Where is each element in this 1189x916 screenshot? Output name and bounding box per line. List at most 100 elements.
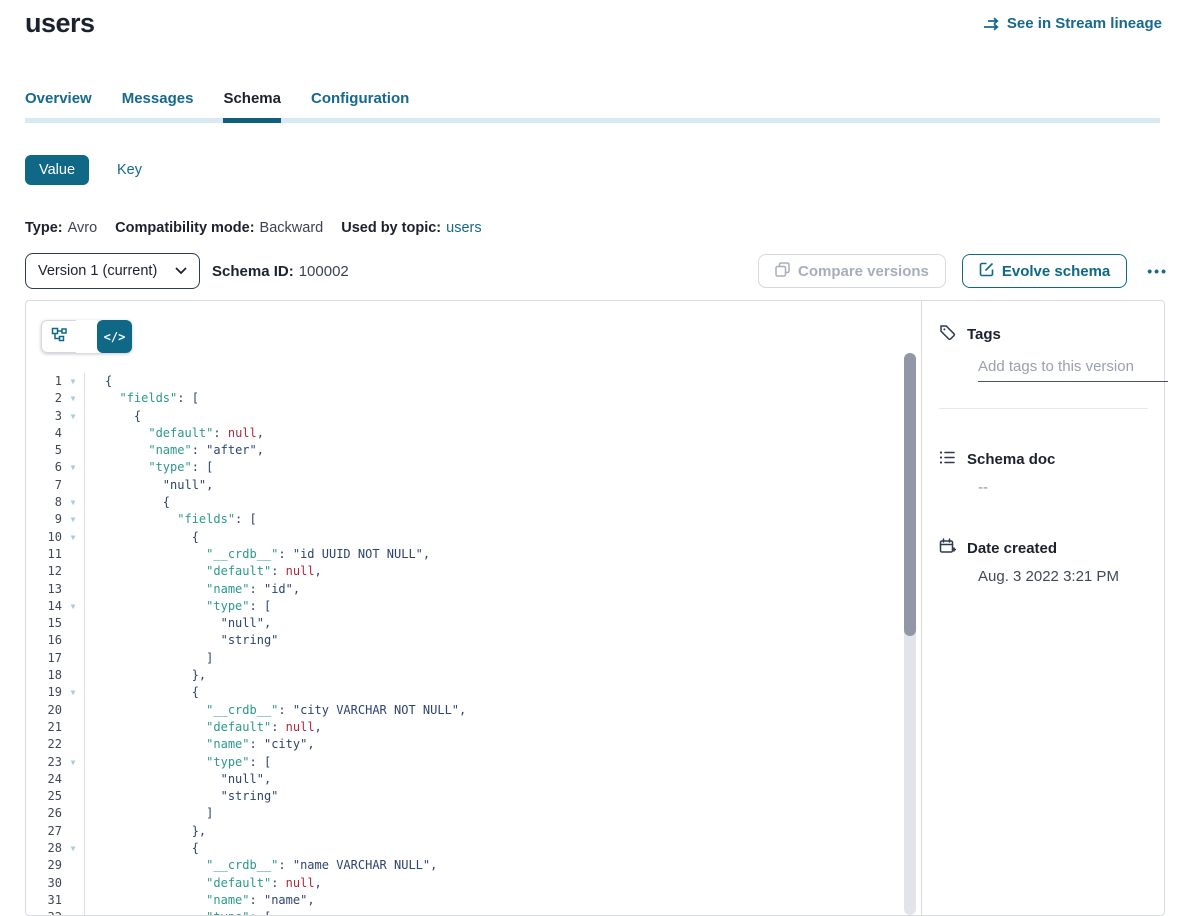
meta-type: Type: Avro [25,220,97,236]
stream-lineage-icon [983,17,1000,31]
code-view-button[interactable]: </> [97,320,132,353]
code-text: "fields": [ [105,511,257,528]
code-text: { [105,408,141,425]
code-text: "__crdb__": "city VARCHAR NOT NULL", [105,702,466,719]
fold-arrow-icon[interactable]: ▼ [62,529,84,546]
line-number: 16 [26,632,62,649]
fold-spacer [62,563,84,580]
schema-meta-row: Type: Avro Compatibility mode: Backward … [25,220,482,236]
line-number: 17 [26,650,62,667]
code-line: 28▼ { [26,840,921,857]
code-text: { [105,529,199,546]
code-text: "type": [ [105,459,213,476]
code-text: "null", [105,771,271,788]
fold-arrow-icon[interactable]: ▼ [62,390,84,407]
line-number: 29 [26,857,62,874]
compare-versions-button[interactable]: Compare versions [758,254,946,288]
code-text: }, [105,823,206,840]
editor-scrollbar-track[interactable] [904,353,916,915]
fold-spacer [62,667,84,684]
more-options-button[interactable]: ••• [1143,264,1172,278]
tree-view-button[interactable] [41,320,76,353]
schema-id: Schema ID: 100002 [212,263,349,280]
code-text: ] [105,650,213,667]
line-number: 22 [26,736,62,753]
line-number: 9 [26,511,62,528]
fold-spacer [62,771,84,788]
fold-arrow-icon[interactable]: ▼ [62,684,84,701]
code-line: 26 ] [26,805,921,822]
line-number: 30 [26,875,62,892]
code-text: "string" [105,632,278,649]
code-text: "default": null, [105,875,322,892]
tab-overview[interactable]: Overview [25,91,92,107]
line-number: 15 [26,615,62,632]
fold-arrow-icon[interactable]: ▼ [62,598,84,615]
tab-schema[interactable]: Schema [223,91,281,107]
code-text: "default": null, [105,563,322,580]
version-select[interactable]: Version 1 (current) [25,253,200,289]
fold-arrow-icon[interactable]: ▼ [62,408,84,425]
line-number: 5 [26,442,62,459]
code-text: { [105,494,170,511]
fold-spacer [62,788,84,805]
line-number: 7 [26,477,62,494]
fold-arrow-icon[interactable]: ▼ [62,754,84,771]
calendar-icon [939,538,956,559]
tab-messages[interactable]: Messages [122,91,194,107]
gutter-separator [84,373,85,915]
key-toggle-button[interactable]: Key [117,162,142,178]
schema-doc-value: -- [978,479,1148,496]
fold-arrow-icon[interactable]: ▼ [62,511,84,528]
evolve-schema-button[interactable]: Evolve schema [962,254,1127,288]
line-number: 26 [26,805,62,822]
fold-arrow-icon[interactable]: ▼ [62,909,84,915]
fold-spacer [62,442,84,459]
fold-arrow-icon[interactable]: ▼ [62,840,84,857]
schema-card: </> 1▼{2▼ "fields": [3▼ {4 "default": nu… [25,300,1165,916]
fold-spacer [62,425,84,442]
code-line: 30 "default": null, [26,875,921,892]
fold-spacer [62,857,84,874]
line-number: 2 [26,390,62,407]
code-text: { [105,373,112,390]
tab-configuration[interactable]: Configuration [311,91,409,107]
code-editor[interactable]: 1▼{2▼ "fields": [3▼ {4 "default": null,5… [26,373,921,915]
tags-title: Tags [967,326,1001,343]
code-text: { [105,840,199,857]
type-value: Avro [68,220,98,236]
line-number: 27 [26,823,62,840]
code-line: 27 }, [26,823,921,840]
schema-sidebar: Tags Schema doc -- [922,301,1164,915]
fold-arrow-icon[interactable]: ▼ [62,459,84,476]
fold-arrow-icon[interactable]: ▼ [62,373,84,390]
compare-icon [775,262,790,281]
topic-link[interactable]: users [446,220,481,236]
code-line: 17 ] [26,650,921,667]
code-line: 1▼{ [26,373,921,390]
fold-arrow-icon[interactable]: ▼ [62,494,84,511]
tab-underline-track [25,118,1160,123]
version-bar-right: Compare versions Evolve schema ••• [758,254,1172,288]
editor-scrollbar-thumb[interactable] [904,353,916,636]
code-text: "__crdb__": "name VARCHAR NULL", [105,857,437,874]
code-text: { [105,684,199,701]
line-number: 4 [26,425,62,442]
fold-spacer [62,650,84,667]
see-in-stream-lineage-link[interactable]: See in Stream lineage [983,15,1162,32]
value-key-toggle: Value Key [25,155,142,185]
schema-doc-title: Schema doc [967,451,1055,468]
fold-spacer [62,719,84,736]
code-line: 23▼ "type": [ [26,754,921,771]
code-text: ] [105,805,213,822]
code-text: "null", [105,615,271,632]
code-line: 4 "default": null, [26,425,921,442]
line-number: 31 [26,892,62,909]
tag-icon [939,324,956,345]
evolve-schema-label: Evolve schema [1002,263,1110,280]
code-line: 22 "name": "city", [26,736,921,753]
tags-input[interactable] [978,358,1168,382]
type-label: Type: [25,220,63,236]
value-toggle-button[interactable]: Value [25,155,89,185]
line-number: 23 [26,754,62,771]
